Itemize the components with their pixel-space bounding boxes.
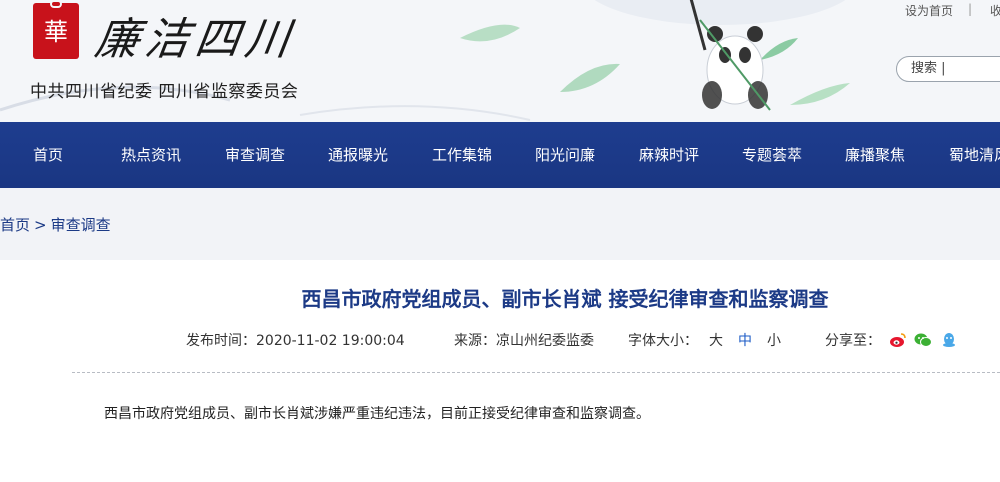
meta-divider bbox=[72, 372, 1000, 373]
wechat-icon[interactable] bbox=[914, 332, 932, 348]
search-input[interactable]: 搜索 | bbox=[896, 56, 1000, 82]
logo-seal: 華 bbox=[33, 0, 79, 59]
article-title: 西昌市政府党组成员、副市长肖斌 接受纪律审查和监察调查 bbox=[301, 287, 829, 311]
qq-icon[interactable] bbox=[940, 332, 958, 348]
article-body: 西昌市政府党组成员、副市长肖斌涉嫌严重违纪违法，目前正接受纪律审查和监察调查。 bbox=[104, 406, 650, 422]
publish-time: 发布时间：2020-11-02 19:00:04 bbox=[186, 333, 405, 349]
nav-item-topics[interactable]: 专题荟萃 bbox=[742, 122, 802, 188]
share-label: 分享至： bbox=[825, 333, 881, 349]
set-homepage-link[interactable]: 设为首页 bbox=[905, 2, 953, 19]
breadcrumb: 首页 > 审查调查 bbox=[0, 214, 111, 235]
font-size-medium-button[interactable]: 中 bbox=[738, 330, 752, 350]
nav-item-home[interactable]: 首页 bbox=[33, 122, 63, 188]
org-name: 中共四川省纪委 四川省监察委员会 bbox=[30, 82, 299, 102]
nav-item-sunshine-qa[interactable]: 阳光问廉 bbox=[535, 122, 595, 188]
nav-item-shudi-qingfeng[interactable]: 蜀地清风 bbox=[949, 122, 1000, 188]
nav-item-hot-news[interactable]: 热点资讯 bbox=[121, 122, 181, 188]
logo-calligraphy[interactable]: 廉洁四川 bbox=[92, 3, 301, 67]
article-source: 来源：凉山州纪委监委 bbox=[454, 333, 594, 349]
weibo-icon[interactable] bbox=[889, 332, 907, 348]
breadcrumb-current-link[interactable]: 审查调查 bbox=[51, 216, 111, 234]
top-link-separator: | bbox=[968, 2, 973, 16]
seal-character: 華 bbox=[44, 18, 68, 46]
nav-item-work-highlights[interactable]: 工作集锦 bbox=[432, 122, 492, 188]
font-size-small-button[interactable]: 小 bbox=[767, 330, 781, 350]
site-header: 華 廉洁四川 中共四川省纪委 四川省监察委员会 设为首页 | 收 搜索 | bbox=[0, 0, 1000, 122]
breadcrumb-bar: 首页 > 审查调查 bbox=[0, 188, 1000, 260]
breadcrumb-home-link[interactable]: 首页 bbox=[0, 216, 30, 234]
nav-item-review-investigation[interactable]: 审查调查 bbox=[225, 122, 285, 188]
font-size-large-button[interactable]: 大 bbox=[709, 330, 723, 350]
favorite-link[interactable]: 收 bbox=[990, 2, 1000, 19]
main-nav: 首页 热点资讯 审查调查 通报曝光 工作集锦 阳光问廉 麻辣时评 专题荟萃 廉播… bbox=[0, 122, 1000, 188]
nav-item-commentary[interactable]: 麻辣时评 bbox=[639, 122, 699, 188]
seal-knot bbox=[50, 0, 62, 8]
breadcrumb-separator: > bbox=[34, 216, 47, 234]
nav-item-exposure[interactable]: 通报曝光 bbox=[328, 122, 388, 188]
font-size-label: 字体大小： bbox=[628, 333, 698, 349]
nav-item-broadcast[interactable]: 廉播聚焦 bbox=[845, 122, 905, 188]
